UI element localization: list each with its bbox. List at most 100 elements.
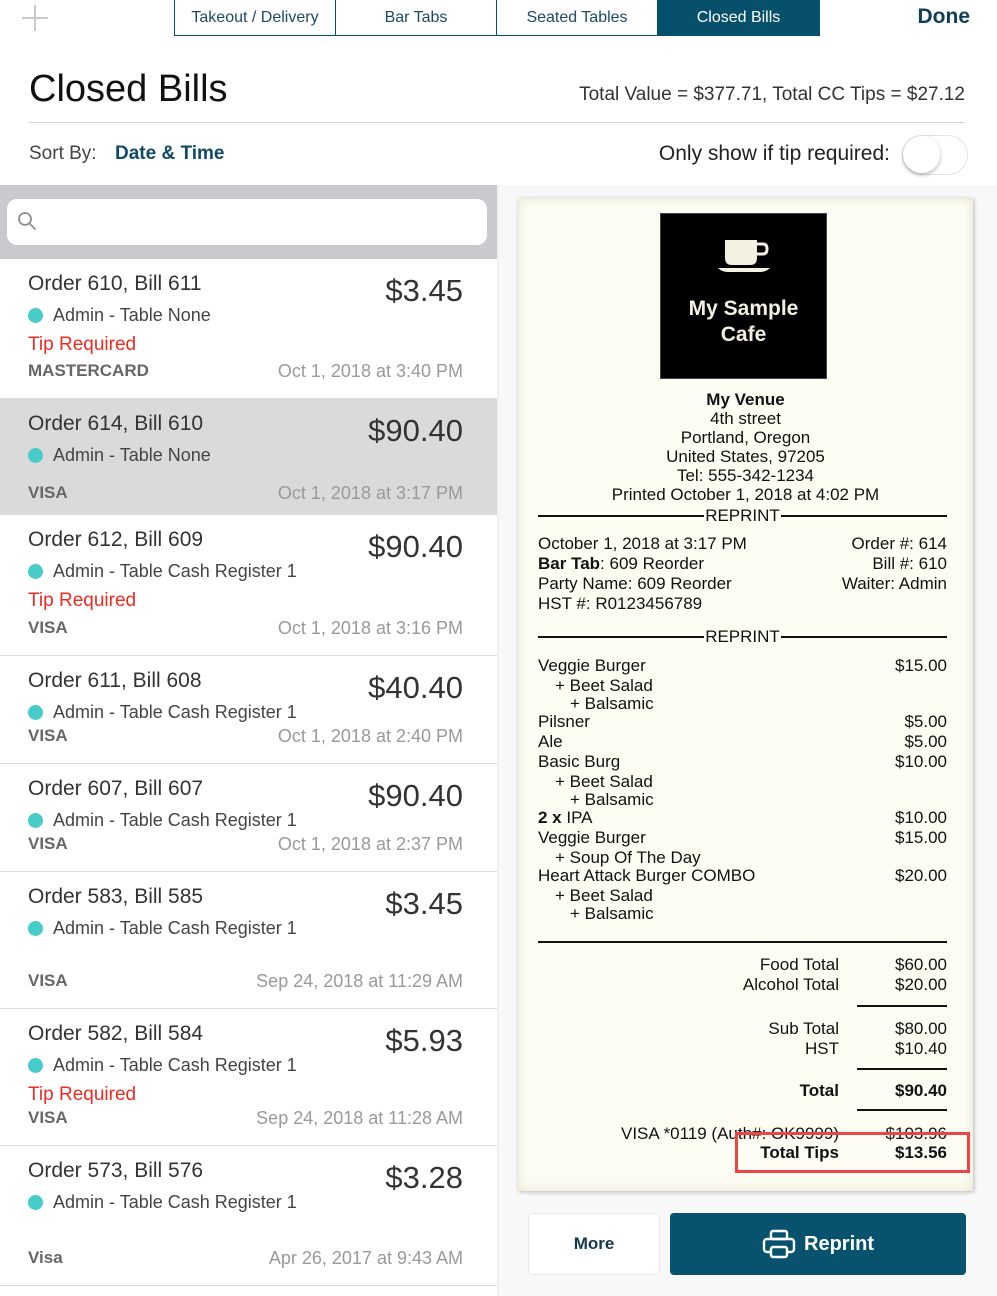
bill-list-item[interactable]: Order 612, Bill 609 $90.40 Admin - Table…	[0, 515, 497, 656]
sort-label: Sort By:	[29, 143, 97, 164]
item-name-wrap: Veggie Burger	[538, 656, 646, 676]
search-icon	[18, 212, 36, 230]
item-price: $10.00	[895, 808, 947, 827]
printed-timestamp: Printed October 1, 2018 at 4:02 PM	[611, 485, 880, 504]
items-divider	[538, 941, 947, 943]
subtotal-divider	[857, 1005, 947, 1007]
bill-title: Order 610, Bill 611	[28, 272, 202, 295]
search-field[interactable]	[7, 199, 487, 245]
bill-footer: VISA Oct 1, 2018 at 2:37 PM	[28, 834, 463, 855]
payment-label: VISA *0119 (Auth#: OK9999)	[621, 1124, 839, 1143]
receipt-line-item: Veggie Burger $15.00	[538, 828, 947, 848]
bill-list-item[interactable]: Order 607, Bill 607 $90.40 Admin - Table…	[0, 764, 497, 872]
bill-footer: VISA Oct 1, 2018 at 3:16 PM	[28, 618, 463, 639]
bill-list-item[interactable]: Order 610, Bill 611 $3.45 Admin - Table …	[0, 259, 497, 399]
item-name: IPA	[566, 808, 593, 827]
bill-list-item[interactable]: Order 583, Bill 585 $3.45 Admin - Table …	[0, 872, 497, 1009]
item-price: $10.00	[895, 752, 947, 771]
bill-meta-text: Admin - Table None	[53, 445, 211, 465]
tab-takeout-delivery[interactable]: Takeout / Delivery	[175, 0, 336, 35]
item-price: $15.00	[895, 828, 947, 847]
bill-amount: $90.40	[368, 778, 463, 813]
receipt[interactable]: My Sample Cafe My Venue 4th street Portl…	[518, 198, 973, 1191]
bill-list-item[interactable]: Order 582, Bill 584 $5.93 Admin - Table …	[0, 1009, 497, 1146]
total-tips-row: Total Tips $13.56	[538, 1143, 947, 1163]
item-name: Veggie Burger	[538, 828, 646, 847]
item-name: Pilsner	[538, 712, 590, 731]
item-name: Ale	[538, 732, 563, 751]
reprint-button[interactable]: Reprint	[670, 1213, 966, 1275]
bill-list-item[interactable]: Order 573, Bill 576 $3.28 Admin - Table …	[0, 1146, 497, 1286]
plus-icon[interactable]	[22, 5, 48, 31]
venue-phone: Tel: 555-342-1234	[676, 466, 815, 485]
section-tabs: Takeout / Delivery Bar Tabs Seated Table…	[174, 0, 820, 36]
total-row: Total $90.40	[538, 1081, 947, 1101]
bill-title: Order 582, Bill 584	[28, 1022, 204, 1045]
tip-required-badge: Tip Required	[28, 590, 137, 611]
bill-amount: $5.93	[385, 1023, 463, 1058]
item-modifier: + Beet Salad	[555, 886, 653, 905]
total-divider	[857, 1068, 947, 1070]
bill-list-item[interactable]: Order 611, Bill 608 $40.40 Admin - Table…	[0, 656, 497, 764]
bill-footer: VISA Oct 1, 2018 at 2:40 PM	[28, 726, 463, 747]
item-qty: 2 x	[538, 808, 567, 827]
reprint-divider-1: REPRINT	[538, 506, 947, 525]
item-price: $15.00	[895, 656, 947, 675]
card-type: Visa	[28, 1248, 63, 1267]
more-button[interactable]: More	[528, 1213, 660, 1275]
search-input[interactable]	[45, 199, 475, 245]
bill-footer: VISA Oct 1, 2018 at 3:17 PM	[28, 483, 463, 504]
bill-server-table: Admin - Table Cash Register 1	[28, 918, 297, 939]
bill-title: Order 573, Bill 576	[28, 1159, 204, 1182]
order-number: Order #: 614	[851, 534, 947, 553]
done-button[interactable]: Done	[918, 5, 971, 29]
bill-title: Order 607, Bill 607	[28, 777, 204, 800]
venue-address-3: United States, 97205	[666, 447, 825, 466]
item-name: Veggie Burger	[538, 656, 646, 675]
bar-tab-label: Bar Tab	[538, 554, 601, 573]
sub-total-label: Sub Total	[768, 1019, 839, 1038]
item-price: $5.00	[904, 732, 947, 751]
reprint-divider-2: REPRINT	[538, 627, 947, 646]
sub-total-row: Sub Total $80.00	[538, 1019, 947, 1039]
total-label: Total	[799, 1081, 839, 1100]
item-modifier: + Balsamic	[570, 790, 654, 809]
tip-required-badge: Tip Required	[28, 334, 137, 355]
bill-footer: MASTERCARD Oct 1, 2018 at 3:40 PM	[28, 361, 463, 382]
bill-number: Bill #: 610	[872, 554, 947, 573]
bill-server-table: Admin - Table None	[28, 445, 211, 466]
tab-closed-bills[interactable]: Closed Bills	[658, 0, 819, 35]
receipt-line-item: Veggie Burger $15.00	[538, 656, 947, 676]
tip-required-toggle[interactable]	[902, 135, 968, 175]
bill-date: Oct 1, 2018 at 3:40 PM	[277, 361, 463, 381]
bill-amount: $40.40	[368, 670, 463, 705]
bill-amount: $3.45	[385, 273, 463, 308]
receipt-line-item: Ale $5.00	[538, 732, 947, 752]
bill-list: Order 610, Bill 611 $3.45 Admin - Table …	[0, 259, 497, 1286]
bill-date: Oct 1, 2018 at 2:40 PM	[277, 726, 463, 746]
item-modifier: + Beet Salad	[555, 676, 653, 695]
alcohol-total-value: $20.00	[895, 975, 947, 994]
payment-divider	[857, 1109, 947, 1111]
sort-by-selector[interactable]: Date & Time	[115, 143, 224, 165]
item-modifier: + Balsamic	[570, 694, 654, 713]
toggle-knob	[903, 136, 940, 173]
bill-meta-text: Admin - Table Cash Register 1	[53, 810, 297, 830]
tab-seated-tables[interactable]: Seated Tables	[497, 0, 658, 35]
hst-label: HST	[805, 1039, 839, 1058]
waiter: Waiter: Admin	[841, 574, 947, 593]
bill-footer: VISA Sep 24, 2018 at 11:29 AM	[28, 971, 463, 992]
receipt-line-item: 2 x IPA $10.00	[538, 808, 947, 828]
payment-amount: $103.96	[885, 1124, 947, 1143]
total-value: $90.40	[895, 1081, 947, 1100]
tab-bar-tabs[interactable]: Bar Tabs	[336, 0, 497, 35]
venue-name: My Venue	[706, 390, 785, 409]
page-title: Closed Bills	[29, 68, 228, 110]
alcohol-total-label: Alcohol Total	[742, 975, 839, 994]
venue-address-1: 4th street	[710, 409, 781, 428]
card-type: VISA	[28, 726, 68, 745]
card-type: MASTERCARD	[28, 361, 149, 380]
bill-list-item[interactable]: Order 614, Bill 610 $90.40 Admin - Table…	[0, 399, 497, 515]
bill-meta-text: Admin - Table Cash Register 1	[53, 918, 297, 938]
bill-footer: Visa Apr 26, 2017 at 9:43 AM	[28, 1248, 463, 1269]
